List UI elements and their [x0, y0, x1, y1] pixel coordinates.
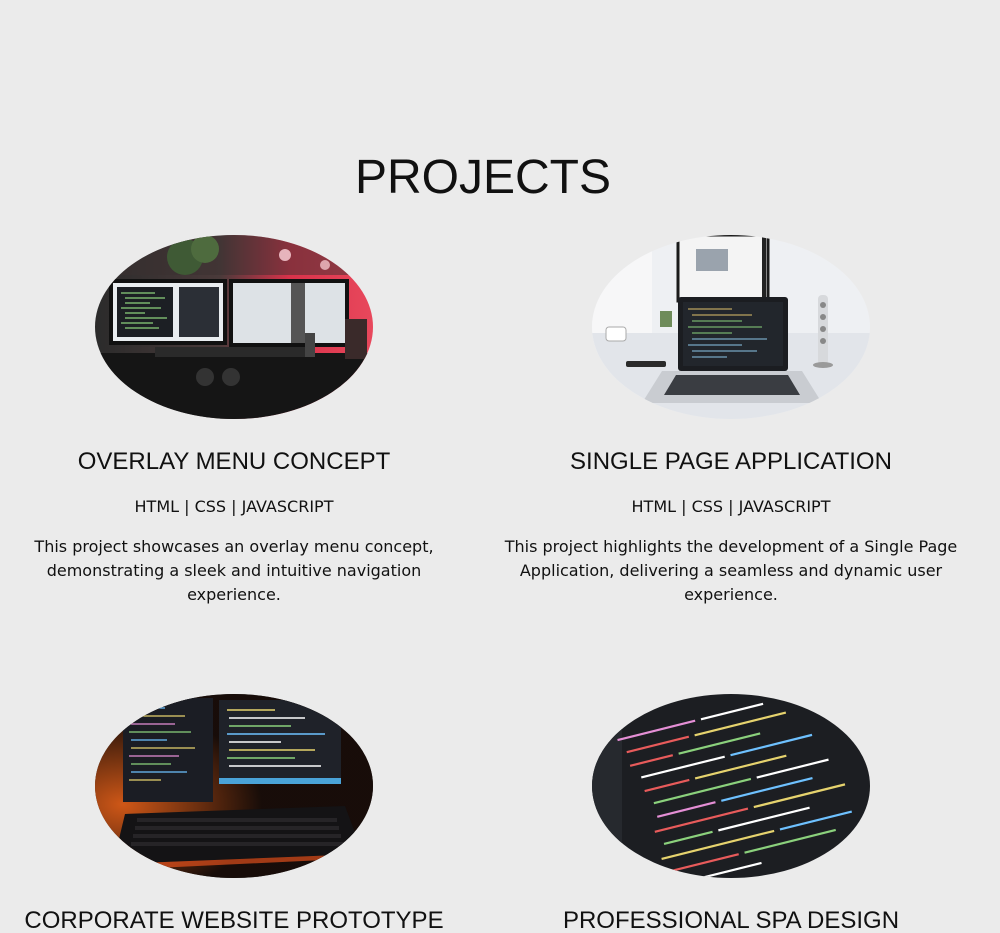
project-card-corporate-website[interactable]: CORPORATE WEBSITE PROTOTYPE [0, 694, 474, 933]
dual-monitor-desk-image [95, 235, 373, 419]
project-tags: HTML | CSS | JAVASCRIPT [134, 497, 334, 516]
project-card-single-page-app[interactable]: SINGLE PAGE APPLICATION HTML | CSS | JAV… [491, 235, 971, 607]
project-card-overlay-menu[interactable]: OVERLAY MENU CONCEPT HTML | CSS | JAVASC… [0, 235, 474, 607]
project-card-professional-spa[interactable]: PROFESSIONAL SPA DESIGN [491, 694, 971, 933]
project-tags: HTML | CSS | JAVASCRIPT [631, 497, 831, 516]
project-description: This project showcases an overlay menu c… [34, 537, 434, 604]
project-title: PROFESSIONAL SPA DESIGN [562, 907, 900, 933]
projects-page: PROJECTS OVERLAY MENU CONCEPT HTML | CSS… [0, 0, 1000, 933]
project-image-code-screen[interactable] [592, 694, 870, 878]
laptop-desk-image [592, 235, 870, 419]
project-description: This project highlights the development … [504, 537, 958, 604]
project-image-laptop[interactable] [592, 235, 870, 419]
section-title: PROJECTS [354, 151, 612, 204]
code-screen-image [592, 694, 870, 878]
project-image-dual-monitor[interactable] [95, 235, 373, 419]
project-image-keyboard[interactable] [95, 694, 373, 878]
project-title: CORPORATE WEBSITE PROTOTYPE [24, 907, 444, 933]
project-title: OVERLAY MENU CONCEPT [77, 448, 391, 475]
keyboard-monitors-image [95, 694, 373, 878]
project-title: SINGLE PAGE APPLICATION [570, 448, 892, 475]
